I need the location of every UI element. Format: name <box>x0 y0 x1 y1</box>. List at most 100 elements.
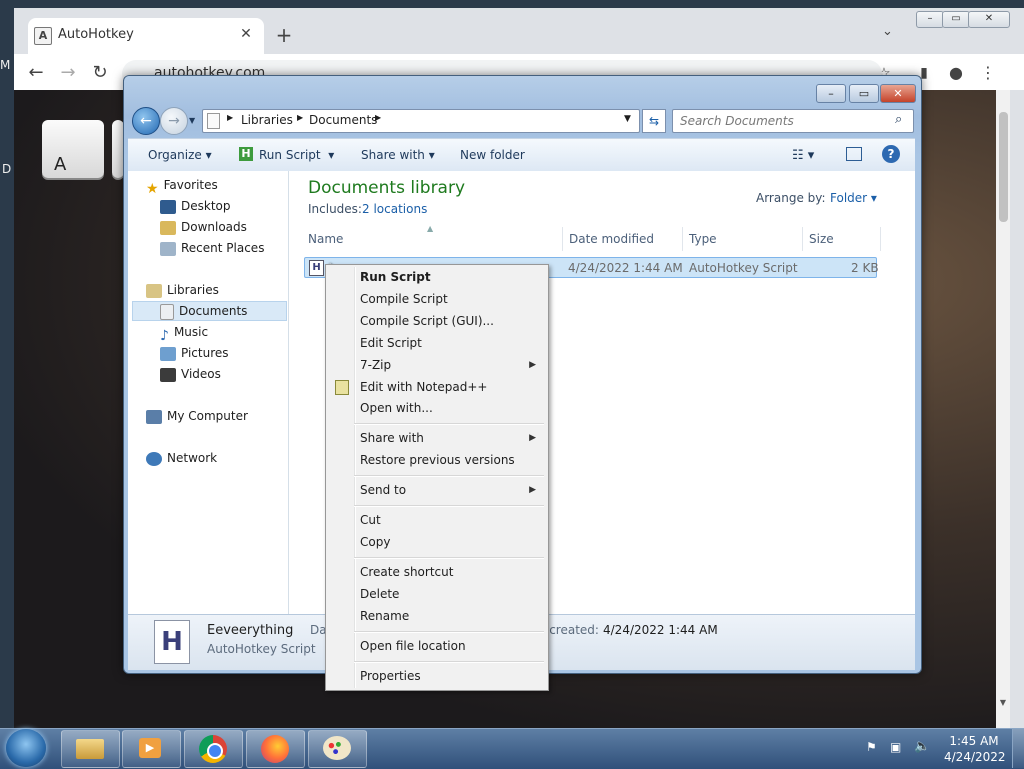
nav-music[interactable]: ♪ Music <box>160 322 208 344</box>
arrange-by-dropdown[interactable]: Folder ▾ <box>830 191 877 205</box>
arrange-by-value: Folder <box>830 191 868 205</box>
menu-open-file-location[interactable]: Open file location <box>328 635 546 657</box>
scroll-down-icon[interactable]: ▼ <box>996 698 1010 707</box>
share-with-button[interactable]: Share with ▾ <box>361 148 435 162</box>
nav-network[interactable]: Network <box>146 448 217 468</box>
taskbar-firefox[interactable] <box>246 730 305 768</box>
menu-properties[interactable]: Properties <box>328 665 546 687</box>
explorer-close-button[interactable]: ✕ <box>880 84 916 103</box>
details-file-type: AutoHotkey Script <box>207 642 316 656</box>
downloads-folder-icon <box>160 220 176 235</box>
new-tab-icon[interactable]: + <box>273 24 295 46</box>
reload-icon[interactable]: ↻ <box>88 61 112 85</box>
menu-rename[interactable]: Rename <box>328 605 546 627</box>
menu-copy[interactable]: Copy <box>328 531 546 553</box>
breadcrumb-sep-icon: ▶ <box>375 113 382 122</box>
scrollbar-thumb[interactable] <box>999 112 1008 222</box>
back-arrow-icon[interactable]: ← <box>24 61 48 85</box>
menu-run-script[interactable]: Run Script <box>328 266 546 288</box>
action-center-flag-icon[interactable]: ⚑ <box>866 740 877 754</box>
nav-pictures[interactable]: Pictures <box>160 343 229 363</box>
column-size[interactable]: Size <box>809 232 834 246</box>
paint-palette-icon <box>323 736 351 760</box>
menu-separator <box>354 505 544 507</box>
menu-dots-icon[interactable]: ⋮ <box>976 61 1000 85</box>
taskbar-media-player[interactable]: ▶ <box>122 730 181 768</box>
organize-button[interactable]: Organize ▾ <box>148 148 212 162</box>
tab-title: AutoHotkey <box>58 27 134 42</box>
notepadpp-icon <box>335 380 349 395</box>
edge-letter-d: D <box>2 162 12 176</box>
browser-minimize-button[interactable]: – <box>916 11 944 28</box>
help-icon[interactable]: ? <box>882 145 900 163</box>
menu-copy-label: Copy <box>360 535 391 549</box>
context-menu: Run Script Compile Script Compile Script… <box>325 264 549 691</box>
menu-cut[interactable]: Cut <box>328 509 546 531</box>
menu-delete[interactable]: Delete <box>328 583 546 605</box>
preview-pane-icon[interactable] <box>846 147 862 161</box>
refresh-icon[interactable]: ⇆ <box>642 109 666 133</box>
tab-close-icon[interactable]: ✕ <box>237 25 255 43</box>
nav-videos[interactable]: Videos <box>160 364 221 384</box>
menu-share-with[interactable]: Share with ▶ <box>328 427 546 449</box>
menu-7zip[interactable]: 7-Zip ▶ <box>328 354 546 376</box>
menu-restore-previous[interactable]: Restore previous versions <box>328 449 546 471</box>
run-script-button[interactable]: Run Script ▾ <box>259 148 334 162</box>
library-folder-icon <box>207 113 220 129</box>
menu-send-to[interactable]: Send to ▶ <box>328 479 546 501</box>
column-name[interactable]: Name <box>308 232 343 246</box>
forward-arrow-icon[interactable]: → <box>56 61 80 85</box>
nav-desktop-label: Desktop <box>181 199 231 213</box>
address-dropdown-icon[interactable]: ▼ <box>624 114 631 124</box>
taskbar-clock[interactable]: 1:45 AM 4/24/2022 <box>944 733 1006 765</box>
autohotkey-icon: H <box>239 147 253 161</box>
forward-button[interactable]: → <box>160 107 188 135</box>
menu-delete-label: Delete <box>360 587 400 601</box>
taskbar-paint[interactable] <box>308 730 367 768</box>
new-folder-button[interactable]: New folder <box>460 148 525 162</box>
column-date[interactable]: Date modified <box>569 232 654 246</box>
locations-link[interactable]: 2 locations <box>362 202 427 216</box>
menu-edit-notepadpp[interactable]: Edit with Notepad++ <box>328 376 546 398</box>
browser-close-button[interactable]: ✕ <box>968 11 1010 28</box>
nav-recent-places[interactable]: Recent Places <box>160 238 264 258</box>
network-icon <box>146 451 162 466</box>
menu-edit-script[interactable]: Edit Script <box>328 332 546 354</box>
breadcrumb-documents[interactable]: Documents <box>309 113 377 127</box>
nav-my-computer[interactable]: My Computer <box>146 406 248 426</box>
ahk-file-icon: H <box>309 260 324 276</box>
column-type[interactable]: Type <box>689 232 717 246</box>
tab-search-chevron-icon[interactable]: ⌄ <box>882 24 893 39</box>
taskbar-chrome[interactable] <box>184 730 243 768</box>
nav-downloads[interactable]: Downloads <box>160 217 247 237</box>
browser-maximize-button[interactable]: ▭ <box>942 11 970 28</box>
search-box[interactable]: Search Documents ⌕ <box>672 109 914 133</box>
search-icon[interactable]: ⌕ <box>895 112 902 127</box>
view-options-icon[interactable]: ☷ ▾ <box>792 148 814 163</box>
address-breadcrumb[interactable]: ▶ Libraries ▶ Documents ▶ ▼ <box>202 109 640 133</box>
breadcrumb-libraries[interactable]: Libraries <box>241 113 293 127</box>
nav-desktop[interactable]: Desktop <box>160 196 231 216</box>
menu-notepadpp-label: Edit with Notepad++ <box>360 380 488 394</box>
volume-icon[interactable]: 🔈 <box>914 739 930 754</box>
search-placeholder: Search Documents <box>680 114 794 128</box>
back-button[interactable]: ← <box>132 107 160 135</box>
library-title: Documents library <box>308 178 466 198</box>
nav-documents[interactable]: Documents <box>160 301 247 321</box>
nav-favorites[interactable]: ★ Favorites <box>146 175 218 197</box>
show-desktop-button[interactable] <box>1012 729 1024 768</box>
profile-avatar-icon[interactable]: ● <box>944 61 968 85</box>
recent-pages-chevron-icon[interactable]: ▼ <box>189 116 195 125</box>
taskbar-explorer[interactable] <box>61 730 120 768</box>
network-tray-icon[interactable]: ▣ <box>890 740 901 754</box>
explorer-maximize-button[interactable]: ▭ <box>849 84 879 103</box>
nav-recent-label: Recent Places <box>181 241 265 255</box>
menu-compile-script[interactable]: Compile Script <box>328 288 546 310</box>
explorer-minimize-button[interactable]: – <box>816 84 846 103</box>
nav-libraries[interactable]: Libraries <box>146 280 219 300</box>
menu-create-shortcut[interactable]: Create shortcut <box>328 561 546 583</box>
menu-compile-script-gui[interactable]: Compile Script (GUI)... <box>328 310 546 332</box>
start-button[interactable] <box>6 729 46 767</box>
nav-libraries-label: Libraries <box>167 283 219 297</box>
menu-open-with[interactable]: Open with... <box>328 397 546 419</box>
